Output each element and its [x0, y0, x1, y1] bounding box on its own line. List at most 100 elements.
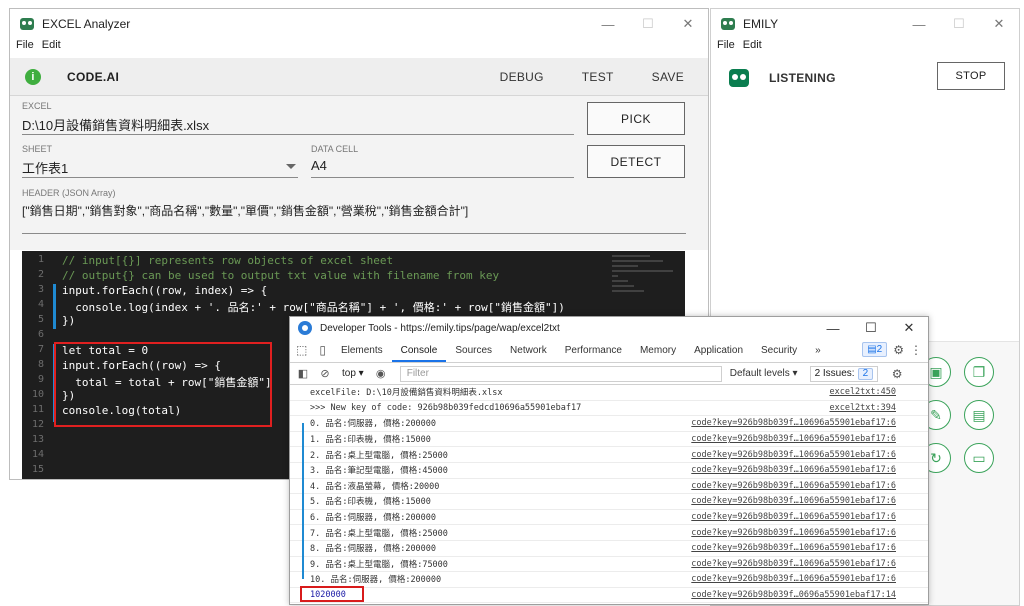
console-row: 2. 品名:桌上型電腦, 價格:25000 code?key=926b98b039… — [290, 447, 928, 463]
toolbar: i CODE.AI DEBUG TEST SAVE — [10, 58, 708, 96]
line-number: 15 — [31, 464, 44, 475]
datacell-field[interactable]: A4 — [311, 158, 327, 173]
console-row: >>> New key of code: 926b98b039fedcd1069… — [290, 401, 928, 417]
sidebar-toggle-icon[interactable]: ◧ — [294, 367, 312, 380]
debug-button[interactable]: DEBUG — [500, 70, 544, 84]
devtools-logo-icon — [298, 321, 312, 335]
save-button[interactable]: SAVE — [652, 70, 684, 84]
source-link[interactable]: code?key=926b98b039f…10696a55901ebaf17:6 — [691, 418, 896, 428]
source-link[interactable]: code?key=926b98b039f…10696a55901ebaf17:6 — [691, 559, 896, 569]
tab-security[interactable]: Security — [752, 345, 806, 362]
excel-titlebar: EXCEL Analyzer — ☐ ✕ — [10, 9, 708, 39]
copy-icon[interactable]: ❐ — [964, 357, 994, 387]
line-number: 14 — [31, 449, 44, 460]
maximize-button[interactable]: ☐ — [628, 9, 668, 39]
line-number: 7 — [37, 344, 44, 355]
window-title: EXCEL Analyzer — [42, 17, 131, 31]
source-link[interactable]: code?key=926b98b039f…10696a55901ebaf17:6 — [691, 496, 896, 506]
minimize-button[interactable]: — — [899, 9, 939, 39]
code-line: console.log(index + '. 品名:' + row["商品名稱"… — [62, 301, 565, 314]
maximize-button[interactable]: ☐ — [939, 9, 979, 39]
tab-elements[interactable]: Elements — [332, 345, 392, 362]
more-tabs-button[interactable]: » — [806, 345, 830, 362]
highlight-box — [300, 586, 364, 602]
menu-edit[interactable]: Edit — [743, 39, 762, 57]
source-link[interactable]: excel2txt:450 — [829, 387, 896, 397]
code-line: }) — [62, 314, 76, 327]
source-link[interactable]: code?key=926b98b039f…10696a55901ebaf17:6 — [691, 543, 896, 553]
more-options-icon[interactable]: ⋮ — [910, 343, 922, 357]
source-link[interactable]: code?key=926b98b039f…10696a55901ebaf17:6 — [691, 528, 896, 538]
detect-button[interactable]: DETECT — [587, 145, 685, 178]
line-number: 6 — [37, 329, 44, 340]
clear-console-icon[interactable]: ⊘ — [316, 367, 334, 380]
tab-sources[interactable]: Sources — [446, 345, 501, 362]
sheet-select[interactable]: 工作表1 — [22, 158, 68, 177]
menu-file[interactable]: File — [717, 39, 735, 57]
log-levels-select[interactable]: Default levels ▾ — [730, 368, 798, 379]
code-line: input.forEach((row, index) => { — [62, 284, 268, 297]
source-link[interactable]: code?key=926b98b039f…10696a55901ebaf17:6 — [691, 512, 896, 522]
sheet-label: SHEET — [22, 144, 53, 154]
eye-icon[interactable]: ◉ — [372, 367, 390, 380]
close-button[interactable]: ✕ — [668, 9, 708, 39]
menu-file[interactable]: File — [16, 39, 34, 57]
test-button[interactable]: TEST — [582, 70, 614, 84]
settings-gear-icon[interactable]: ⚙ — [888, 367, 906, 381]
source-link[interactable]: code?key=926b98b039f…10696a55901ebaf17:6 — [691, 434, 896, 444]
console-row: 3. 品名:筆記型電腦, 價格:45000 code?key=926b98b039… — [290, 463, 928, 479]
menu-bar: File Edit — [711, 39, 1019, 57]
tab-network[interactable]: Network — [501, 345, 556, 362]
tab-application[interactable]: Application — [685, 345, 752, 362]
code-line: // input[{}] represents row objects of e… — [62, 254, 394, 267]
source-link[interactable]: code?key=926b98b039f…10696a55901ebaf17:6 — [691, 465, 896, 475]
console-row: 1020000 code?key=926b98b039f…0696a55901eb… — [290, 588, 928, 604]
emily-titlebar: EMILY — ☐ ✕ — [711, 9, 1019, 39]
header-label: HEADER (JSON Array) — [22, 188, 116, 198]
highlight-box — [54, 342, 272, 427]
tab-console[interactable]: Console — [391, 345, 447, 362]
source-link[interactable]: code?key=926b98b039f…10696a55901ebaf17:6 — [691, 574, 896, 584]
source-link[interactable]: excel2txt:394 — [829, 403, 896, 413]
stop-button[interactable]: STOP — [937, 62, 1005, 90]
folder-icon[interactable]: ▭ — [964, 443, 994, 473]
code-minimap[interactable] — [612, 255, 676, 305]
info-icon[interactable]: i — [25, 68, 41, 85]
brand-label: CODE.AI — [67, 69, 120, 84]
issues-badge[interactable]: ▤ 2 — [862, 342, 888, 357]
save-icon[interactable]: ▤ — [964, 400, 994, 430]
inspect-icon[interactable]: ⬚ — [290, 343, 313, 362]
device-toolbar-icon[interactable]: ▯ — [313, 343, 332, 362]
source-link[interactable]: code?key=926b98b039f…10696a55901ebaf17:6 — [691, 450, 896, 460]
tab-memory[interactable]: Memory — [631, 345, 685, 362]
listening-status: LISTENING — [769, 71, 836, 85]
context-value: top — [342, 368, 356, 379]
code-line: // output{} can be used to output txt va… — [62, 269, 500, 282]
pick-button[interactable]: PICK — [587, 102, 685, 135]
line-number: 1 — [37, 254, 44, 265]
close-button[interactable]: ✕ — [890, 317, 928, 339]
close-button[interactable]: ✕ — [979, 9, 1019, 39]
tab-performance[interactable]: Performance — [556, 345, 631, 362]
context-select[interactable]: top ▾ — [342, 368, 364, 379]
app-logo-icon — [721, 18, 735, 30]
emily-logo-icon — [729, 69, 749, 87]
filter-input[interactable]: Filter — [399, 365, 722, 382]
excel-path-field[interactable]: D:\10月設備銷售資料明細表.xlsx — [22, 115, 209, 134]
devtools-window: Developer Tools - https://emily.tips/pag… — [289, 316, 929, 605]
maximize-button[interactable]: ☐ — [852, 317, 890, 339]
source-link[interactable]: code?key=926b98b039f…10696a55901ebaf17:6 — [691, 481, 896, 491]
issues-button[interactable]: 2 Issues: 2 — [809, 365, 879, 382]
settings-gear-icon[interactable]: ⚙ — [893, 343, 904, 357]
app-logo-icon — [20, 18, 34, 30]
log-group-indicator — [302, 423, 304, 579]
minimize-button[interactable]: — — [588, 9, 628, 39]
chevron-down-icon[interactable] — [286, 164, 296, 169]
minimize-button[interactable]: — — [814, 317, 852, 339]
console-row: excelFile: D:\10月設備銷售資料明細表.xlsx excel2txt… — [290, 385, 928, 401]
menu-edit[interactable]: Edit — [42, 39, 61, 57]
source-link[interactable]: code?key=926b98b039f…0696a55901ebaf17:14 — [691, 590, 896, 600]
console-toolbar: ◧ ⊘ top ▾ ◉ Filter Default levels ▾ 2 Is… — [290, 363, 928, 385]
line-number: 10 — [31, 389, 44, 400]
header-field[interactable]: ["銷售日期","銷售對象","商品名稱","數量","單價","銷售金額","… — [22, 202, 468, 219]
